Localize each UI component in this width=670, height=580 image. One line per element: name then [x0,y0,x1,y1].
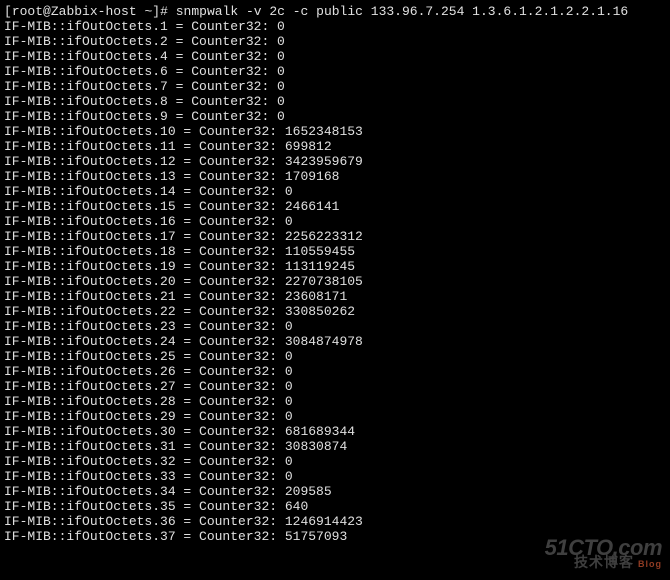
snmp-output-line: IF-MIB::ifOutOctets.21 = Counter32: 2360… [4,289,666,304]
snmp-output-line: IF-MIB::ifOutOctets.9 = Counter32: 0 [4,109,666,124]
prompt-user: root [12,4,43,19]
snmp-output-line: IF-MIB::ifOutOctets.23 = Counter32: 0 [4,319,666,334]
prompt-close: ] [152,4,160,19]
snmp-output-line: IF-MIB::ifOutOctets.13 = Counter32: 1709… [4,169,666,184]
snmp-output-line: IF-MIB::ifOutOctets.2 = Counter32: 0 [4,34,666,49]
snmp-output-line: IF-MIB::ifOutOctets.28 = Counter32: 0 [4,394,666,409]
snmp-output-line: IF-MIB::ifOutOctets.25 = Counter32: 0 [4,349,666,364]
terminal-output: IF-MIB::ifOutOctets.1 = Counter32: 0IF-M… [4,19,666,544]
prompt-host: Zabbix-host [51,4,137,19]
snmp-output-line: IF-MIB::ifOutOctets.8 = Counter32: 0 [4,94,666,109]
snmp-output-line: IF-MIB::ifOutOctets.33 = Counter32: 0 [4,469,666,484]
prompt-at: @ [43,4,51,19]
snmp-output-line: IF-MIB::ifOutOctets.30 = Counter32: 6816… [4,424,666,439]
prompt-open: [ [4,4,12,19]
snmp-output-line: IF-MIB::ifOutOctets.36 = Counter32: 1246… [4,514,666,529]
command-text: snmpwalk -v 2c -c public 133.96.7.254 1.… [176,4,628,19]
snmp-output-line: IF-MIB::ifOutOctets.12 = Counter32: 3423… [4,154,666,169]
snmp-output-line: IF-MIB::ifOutOctets.14 = Counter32: 0 [4,184,666,199]
snmp-output-line: IF-MIB::ifOutOctets.32 = Counter32: 0 [4,454,666,469]
snmp-output-line: IF-MIB::ifOutOctets.7 = Counter32: 0 [4,79,666,94]
snmp-output-line: IF-MIB::ifOutOctets.4 = Counter32: 0 [4,49,666,64]
watermark-subtitle: 技术博客Blog [545,555,662,572]
snmp-output-line: IF-MIB::ifOutOctets.20 = Counter32: 2270… [4,274,666,289]
snmp-output-line: IF-MIB::ifOutOctets.17 = Counter32: 2256… [4,229,666,244]
snmp-output-line: IF-MIB::ifOutOctets.34 = Counter32: 2095… [4,484,666,499]
snmp-output-line: IF-MIB::ifOutOctets.10 = Counter32: 1652… [4,124,666,139]
watermark: 51CTO.com 技术博客Blog [545,540,662,572]
snmp-output-line: IF-MIB::ifOutOctets.16 = Counter32: 0 [4,214,666,229]
snmp-output-line: IF-MIB::ifOutOctets.29 = Counter32: 0 [4,409,666,424]
snmp-output-line: IF-MIB::ifOutOctets.27 = Counter32: 0 [4,379,666,394]
snmp-output-line: IF-MIB::ifOutOctets.22 = Counter32: 3308… [4,304,666,319]
snmp-output-line: IF-MIB::ifOutOctets.19 = Counter32: 1131… [4,259,666,274]
snmp-output-line: IF-MIB::ifOutOctets.1 = Counter32: 0 [4,19,666,34]
snmp-output-line: IF-MIB::ifOutOctets.26 = Counter32: 0 [4,364,666,379]
snmp-output-line: IF-MIB::ifOutOctets.35 = Counter32: 640 [4,499,666,514]
snmp-output-line: IF-MIB::ifOutOctets.37 = Counter32: 5175… [4,529,666,544]
shell-prompt-line: [root@Zabbix-host ~]# snmpwalk -v 2c -c … [4,4,666,19]
snmp-output-line: IF-MIB::ifOutOctets.6 = Counter32: 0 [4,64,666,79]
snmp-output-line: IF-MIB::ifOutOctets.15 = Counter32: 2466… [4,199,666,214]
snmp-output-line: IF-MIB::ifOutOctets.31 = Counter32: 3083… [4,439,666,454]
snmp-output-line: IF-MIB::ifOutOctets.18 = Counter32: 1105… [4,244,666,259]
snmp-output-line: IF-MIB::ifOutOctets.24 = Counter32: 3084… [4,334,666,349]
snmp-output-line: IF-MIB::ifOutOctets.11 = Counter32: 6998… [4,139,666,154]
prompt-symbol: # [160,4,168,19]
